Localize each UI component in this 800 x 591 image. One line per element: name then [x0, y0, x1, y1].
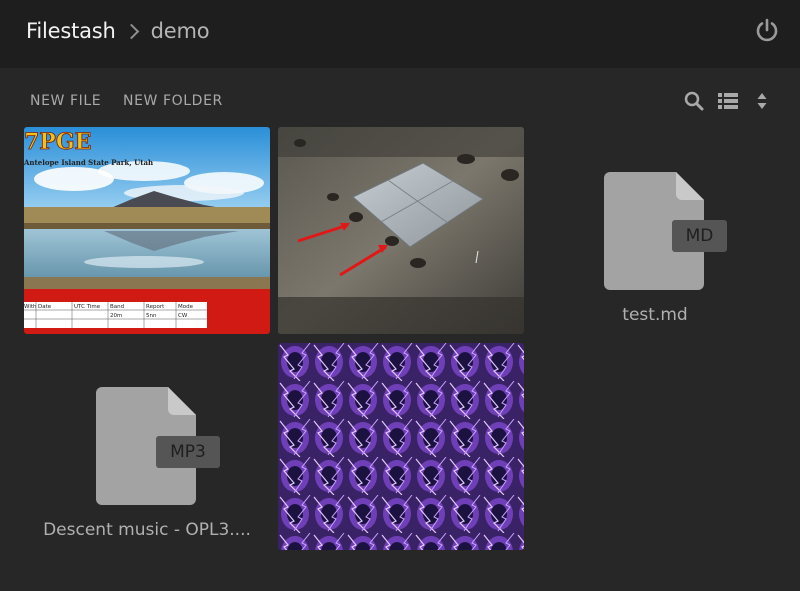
breadcrumb-current[interactable]: demo	[151, 19, 210, 43]
new-folder-button[interactable]: NEW FOLDER	[123, 93, 223, 109]
file-tile-descent-music[interactable]: MP3 Descent music - OPL3....	[24, 343, 270, 550]
ground-photo-thumbnail	[278, 127, 524, 334]
breadcrumb: Filestash demo	[26, 19, 210, 43]
file-tile-purple-lightning[interactable]	[278, 343, 524, 550]
postcard-cell-report: 5nn	[146, 313, 157, 319]
sort-icon[interactable]	[751, 90, 773, 112]
postcard-location: Antelope Island State Park, Utah	[24, 158, 153, 167]
postcard-thumbnail: 7PGE Antelope Island State Park, Utah Wi…	[24, 127, 270, 334]
list-view-icon[interactable]	[717, 90, 739, 112]
new-file-button[interactable]: NEW FILE	[30, 93, 101, 109]
postcard-cell-mode: CW	[178, 313, 188, 319]
power-icon[interactable]	[754, 18, 780, 44]
search-icon[interactable]	[683, 90, 705, 112]
file-browser: NEW FILE NEW FOLDER 7PGE Antelope Island…	[0, 68, 800, 591]
file-tile-postcard[interactable]: 7PGE Antelope Island State Park, Utah Wi…	[24, 127, 270, 334]
file-extension-badge: MD	[672, 220, 727, 252]
postcard-header-report: Report	[146, 304, 165, 310]
postcard-header-with: With	[24, 304, 37, 310]
file-tile-test-md[interactable]: MD test.md	[540, 127, 770, 334]
purple-lightning-thumbnail	[278, 343, 524, 550]
file-extension-badge: MP3	[156, 436, 220, 468]
breadcrumb-root[interactable]: Filestash	[26, 19, 116, 43]
postcard-cell-band: 20m	[110, 313, 122, 319]
file-name-descent-music: Descent music - OPL3....	[43, 520, 251, 540]
postcard-header-utc: UTC Time	[74, 304, 101, 310]
chevron-right-icon	[123, 23, 139, 39]
postcard-header-mode: Mode	[178, 304, 194, 310]
file-name-test-md: test.md	[622, 305, 688, 325]
app-header: Filestash demo	[0, 0, 800, 68]
file-tile-ground-photo[interactable]	[278, 127, 524, 334]
postcard-header-band: Band	[110, 304, 124, 310]
postcard-header-date: Date	[38, 304, 52, 310]
toolbar: NEW FILE NEW FOLDER	[0, 68, 800, 126]
postcard-callsign: 7PGE	[24, 129, 91, 155]
